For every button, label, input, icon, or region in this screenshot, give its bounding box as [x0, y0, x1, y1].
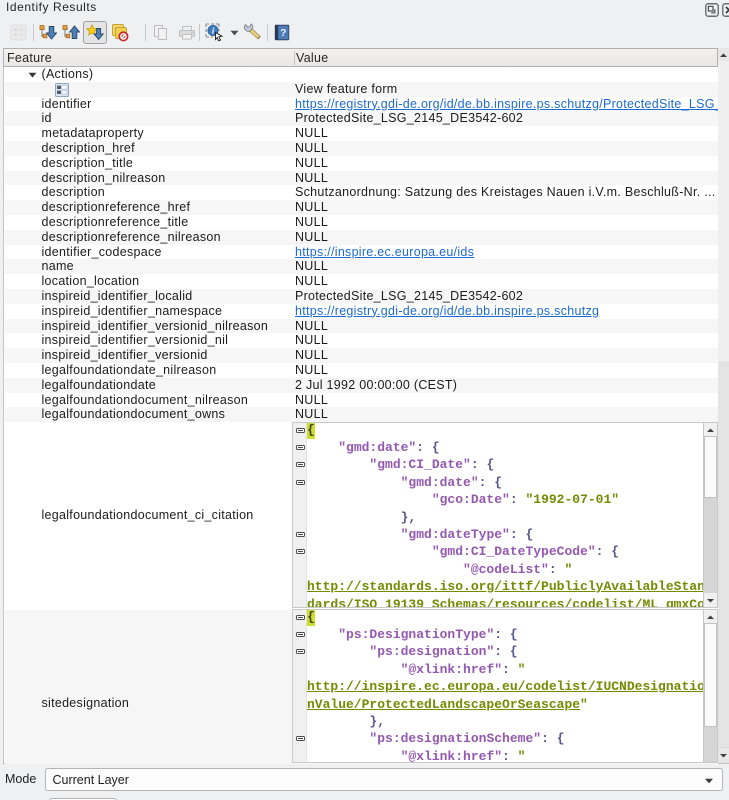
svg-text:?: ?: [280, 27, 286, 39]
